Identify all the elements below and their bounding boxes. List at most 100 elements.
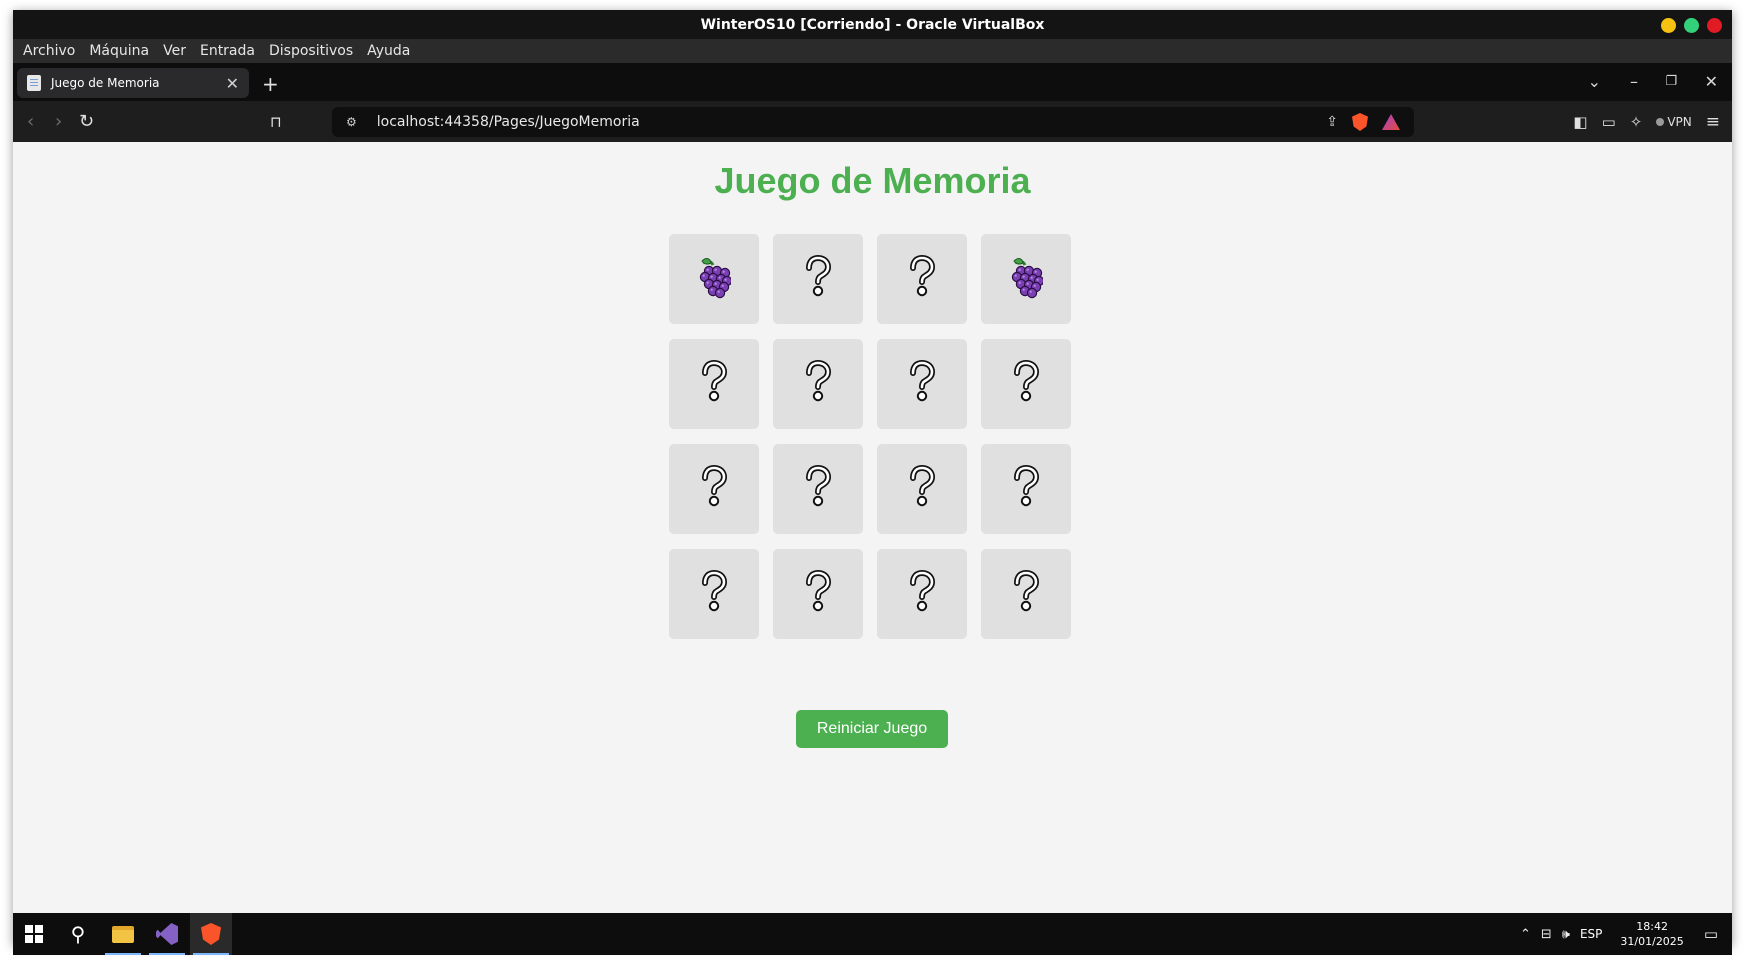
menu-dispositivos[interactable]: Dispositivos [269,43,353,59]
menu-ayuda[interactable]: Ayuda [367,43,410,59]
memory-card[interactable] [773,444,863,534]
search-button[interactable]: ⚲ [57,913,99,955]
file-explorer-button[interactable] [102,913,144,955]
windows-start-icon [25,925,43,943]
address-bar[interactable]: ⚙ localhost:44358/Pages/JuegoMemoria ⇪ 1 [332,107,1414,137]
question-mark-icon [1009,359,1043,408]
url-text: localhost:44358/Pages/JuegoMemoria [376,114,640,130]
page-content: Juego de Memoria Reiniciar Juego [13,142,1732,913]
memory-card[interactable] [981,549,1071,639]
menu-maquina[interactable]: Máquina [89,43,149,59]
windows-taskbar: ⚲ ⌃ ⊟ 🕪 ESP 18:42 31/01/2025 ▭ [13,913,1732,955]
brave-shields-icon[interactable] [1352,113,1368,131]
page-title: Juego de Memoria [714,160,1031,201]
vpn-label: VPN [1667,115,1692,129]
address-bar-actions: ⇪ 1 [1326,113,1400,131]
start-button[interactable] [13,913,55,955]
vm-title-bar: WinterOS10 [Corriendo] - Oracle VirtualB… [13,10,1732,39]
visual-studio-icon [156,923,178,945]
memory-card[interactable] [877,234,967,324]
question-mark-icon [905,359,939,408]
share-icon[interactable]: ⇪ [1326,114,1338,130]
toolbar-right-icons: ◧ ▭ ✧ VPN ≡ [1573,112,1720,132]
language-indicator[interactable]: ESP [1580,927,1602,941]
memory-card[interactable] [669,339,759,429]
sidebar-icon[interactable]: ◧ [1573,113,1587,131]
page-icon [27,75,41,91]
question-mark-icon [905,569,939,618]
tab-title: Juego de Memoria [51,76,160,90]
tab-juego-de-memoria[interactable]: Juego de Memoria ✕ [17,68,249,98]
show-hidden-icons-icon[interactable]: ⌃ [1520,927,1531,942]
clock[interactable]: 18:42 31/01/2025 [1620,919,1683,949]
browser-tab-strip: Juego de Memoria ✕ + ⌄ – ❐ ✕ [13,63,1732,101]
notifications-icon[interactable]: ▭ [1704,925,1718,943]
window-controls [1661,18,1722,33]
clock-time: 18:42 [1636,920,1668,933]
network-icon[interactable]: ⊟ [1541,927,1552,942]
menu-icon[interactable]: ≡ [1706,112,1720,132]
reload-icon[interactable]: ↻ [79,111,94,132]
close-window-button[interactable] [1707,18,1722,33]
clock-date: 31/01/2025 [1620,935,1684,948]
question-mark-icon [697,464,731,513]
rewards-badge: 1 [1396,114,1400,119]
maximize-window-button[interactable] [1684,18,1699,33]
question-mark-icon [801,569,835,618]
memory-card[interactable] [877,549,967,639]
question-mark-icon [905,464,939,513]
grapes-icon [1009,255,1045,303]
back-icon[interactable]: ‹ [27,111,34,132]
memory-card[interactable] [773,339,863,429]
system-tray: ⌃ ⊟ 🕪 ESP 18:42 31/01/2025 ▭ [1520,913,1718,955]
menu-entrada[interactable]: Entrada [200,43,255,59]
question-mark-icon [801,464,835,513]
browser-toolbar: ‹ › ↻ ⊓ ⚙ localhost:44358/Pages/JuegoMem… [13,101,1732,142]
memory-card[interactable] [877,339,967,429]
memory-card[interactable] [877,444,967,534]
brave-rewards-icon[interactable]: 1 [1382,114,1400,130]
restore-browser-button[interactable]: ❐ [1665,74,1677,89]
bookmark-icon[interactable]: ⊓ [270,113,282,131]
grapes-icon [697,255,733,303]
memory-card[interactable] [669,234,759,324]
close-browser-button[interactable]: ✕ [1705,72,1718,91]
memory-card[interactable] [773,234,863,324]
vpn-status-icon [1656,118,1665,126]
volume-icon[interactable]: 🕪 [1562,927,1570,942]
restart-game-button[interactable]: Reiniciar Juego [796,710,948,748]
file-explorer-icon [112,925,134,943]
site-settings-icon[interactable]: ⚙ [346,115,357,129]
question-mark-icon [1009,569,1043,618]
virtualbox-window: WinterOS10 [Corriendo] - Oracle VirtualB… [13,10,1732,955]
memory-card[interactable] [981,339,1071,429]
question-mark-icon [801,359,835,408]
memory-card[interactable] [669,444,759,534]
question-mark-icon [1009,464,1043,513]
leo-ai-icon[interactable]: ✧ [1630,113,1643,131]
tab-search-chevron-icon[interactable]: ⌄ [1588,72,1601,91]
menu-archivo[interactable]: Archivo [23,43,75,59]
vm-title: WinterOS10 [Corriendo] - Oracle VirtualB… [700,16,1045,33]
memory-board [669,234,1071,639]
menu-ver[interactable]: Ver [163,43,186,59]
new-tab-button[interactable]: + [262,72,279,96]
memory-card[interactable] [981,444,1071,534]
minimize-window-button[interactable] [1661,18,1676,33]
search-icon: ⚲ [70,922,86,946]
question-mark-icon [697,359,731,408]
forward-icon[interactable]: › [55,111,62,132]
question-mark-icon [801,254,835,303]
vpn-button[interactable]: VPN [1656,115,1692,129]
memory-card[interactable] [981,234,1071,324]
vm-menu-bar: Archivo Máquina Ver Entrada Dispositivos… [13,39,1732,63]
question-mark-icon [697,569,731,618]
visual-studio-button[interactable] [146,913,188,955]
close-tab-icon[interactable]: ✕ [226,74,239,93]
wallet-icon[interactable]: ▭ [1602,113,1616,131]
memory-card[interactable] [669,549,759,639]
brave-browser-button[interactable] [190,913,232,955]
minimize-browser-button[interactable]: – [1630,72,1638,91]
memory-card[interactable] [773,549,863,639]
question-mark-icon [905,254,939,303]
